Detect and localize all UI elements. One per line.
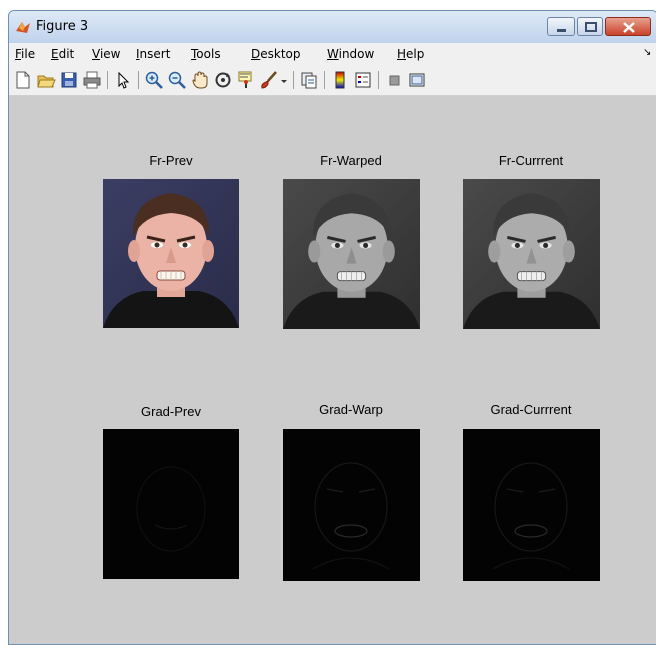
new-figure-icon[interactable]: [13, 70, 33, 90]
gradient-image: [492, 462, 570, 570]
menu-tools[interactable]: Tools: [191, 47, 221, 61]
maximize-button[interactable]: [577, 17, 603, 36]
colorbar-icon[interactable]: [330, 70, 350, 90]
close-button[interactable]: [605, 17, 651, 36]
dock-arrow-icon[interactable]: ↘: [643, 47, 651, 58]
toolbar-separator: [293, 71, 294, 89]
menu-desktop[interactable]: Desktop: [251, 47, 301, 61]
hide-plot-tools-icon[interactable]: [384, 70, 404, 90]
open-file-icon[interactable]: [36, 70, 56, 90]
axes-title-fr-warped: Fr-Warped: [320, 153, 382, 168]
image-grad-prev[interactable]: [103, 429, 239, 579]
face-image-grayscale: [463, 193, 600, 329]
face-image-color: [103, 193, 239, 328]
pan-icon[interactable]: [190, 70, 210, 90]
image-fr-current[interactable]: [463, 179, 600, 329]
axes-title-grad-prev: Grad-Prev: [141, 404, 201, 419]
figure-window: Figure 3 File Edit View Insert Tools Des…: [8, 10, 656, 645]
minimize-icon: [557, 29, 566, 32]
maximize-icon: [585, 22, 597, 32]
print-icon[interactable]: [82, 70, 102, 90]
rotate-3d-icon[interactable]: [213, 70, 233, 90]
figure-canvas: Fr-Prev Fr-Warped Fr-Currrent Grad-Prev …: [9, 96, 656, 644]
menu-view[interactable]: View: [92, 47, 120, 61]
brush-dropdown-icon[interactable]: [279, 70, 289, 90]
image-fr-warped[interactable]: [283, 179, 420, 329]
menu-edit[interactable]: Edit: [51, 47, 74, 61]
axes-title-fr-prev: Fr-Prev: [149, 153, 193, 168]
axes-title-fr-current: Fr-Currrent: [498, 153, 564, 168]
menu-file[interactable]: File: [15, 47, 35, 61]
image-fr-prev[interactable]: [103, 179, 239, 328]
zoom-out-icon[interactable]: [167, 70, 187, 90]
minimize-button[interactable]: [547, 17, 575, 36]
toolbar-separator: [138, 71, 139, 89]
axes-title-grad-warp: Grad-Warp: [319, 402, 383, 417]
image-grad-current[interactable]: [463, 429, 600, 581]
data-cursor-icon[interactable]: [236, 70, 256, 90]
zoom-in-icon[interactable]: [144, 70, 164, 90]
close-icon: [623, 22, 635, 33]
toolbar-separator: [378, 71, 379, 89]
gradient-image: [136, 466, 206, 552]
pointer-icon[interactable]: [113, 70, 133, 90]
window-title: Figure 3: [36, 19, 89, 34]
face-image-grayscale: [283, 193, 420, 329]
brush-icon[interactable]: [259, 70, 279, 90]
toolbar-separator: [107, 71, 108, 89]
matlab-logo-icon: [16, 22, 30, 33]
image-grad-warp[interactable]: [283, 429, 420, 581]
menu-bar: File Edit View Insert Tools Desktop Wind…: [9, 43, 656, 65]
menu-window[interactable]: Window: [327, 47, 374, 61]
menu-help[interactable]: Help: [397, 47, 424, 61]
show-plot-tools-icon[interactable]: [407, 70, 427, 90]
link-plot-icon[interactable]: [299, 70, 319, 90]
axes-title-grad-current: Grad-Currrent: [490, 402, 572, 417]
legend-icon[interactable]: [353, 70, 373, 90]
gradient-image: [312, 462, 390, 570]
menu-insert[interactable]: Insert: [136, 47, 170, 61]
save-icon[interactable]: [59, 70, 79, 90]
title-bar[interactable]: Figure 3: [9, 11, 656, 43]
figure-toolbar: [9, 65, 656, 96]
toolbar-separator: [324, 71, 325, 89]
